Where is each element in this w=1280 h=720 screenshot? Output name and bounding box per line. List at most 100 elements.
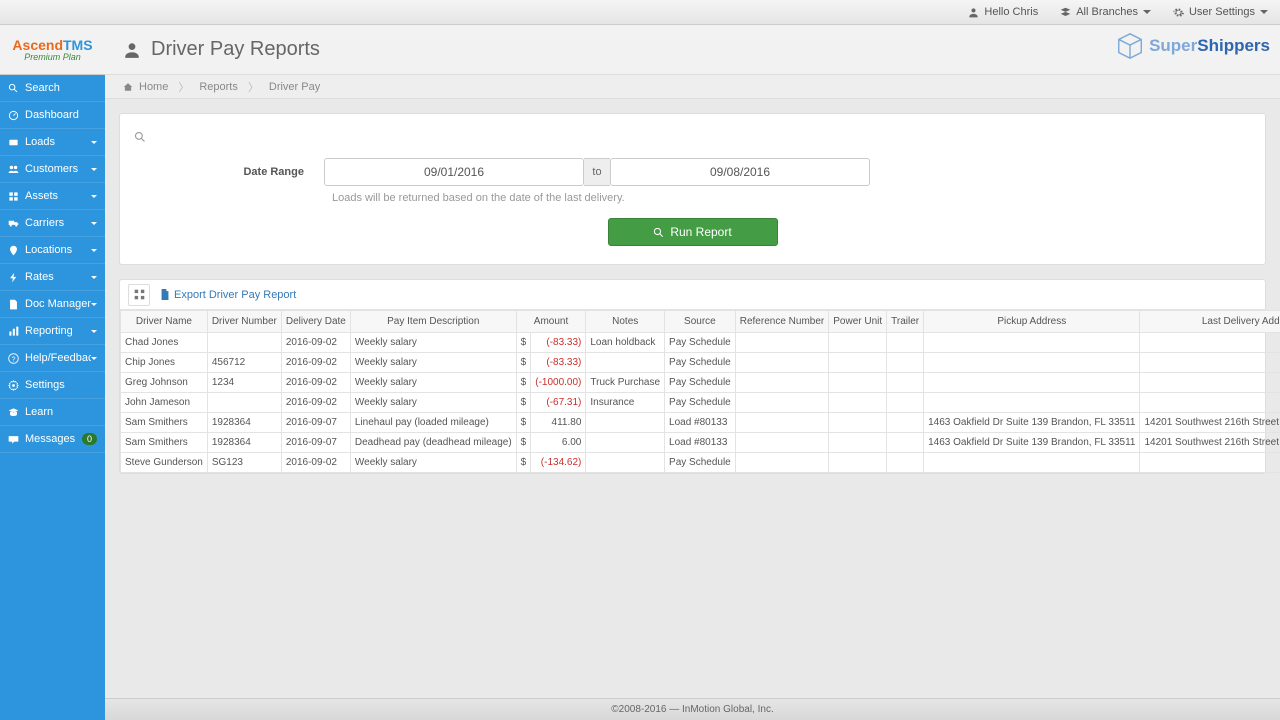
table-row[interactable]: Sam Smithers19283642016-09-07Linehaul pa…: [121, 413, 1280, 433]
sidebar-item-messages[interactable]: Messages0: [0, 426, 105, 453]
run-report-label: Run Report: [670, 225, 731, 239]
table-cell: [924, 453, 1140, 473]
table-cell: John Jameson: [121, 393, 208, 413]
page-header: Driver Pay Reports SuperShippers: [105, 25, 1280, 75]
col-header[interactable]: Pickup Address: [924, 311, 1140, 333]
table-cell: [586, 433, 665, 453]
search-icon: [653, 227, 664, 238]
col-header[interactable]: Driver Number: [207, 311, 281, 333]
table-cell: 2016-09-07: [281, 413, 350, 433]
pin-icon: [8, 245, 19, 256]
search-icon[interactable]: [134, 131, 146, 143]
table-row[interactable]: John Jameson2016-09-02Weekly salary$(-67…: [121, 393, 1280, 413]
cust-icon: [8, 164, 19, 175]
col-header[interactable]: Notes: [586, 311, 665, 333]
table-row[interactable]: Chad Jones2016-09-02Weekly salary$(-83.3…: [121, 333, 1280, 353]
sidebar-item-dashboard[interactable]: Dashboard: [0, 102, 105, 129]
sidebar-item-reporting[interactable]: Reporting: [0, 318, 105, 345]
table-cell: Chip Jones: [121, 353, 208, 373]
table-cell: [586, 453, 665, 473]
sidebar-item-locations[interactable]: Locations: [0, 237, 105, 264]
table-cell: 1928364: [207, 433, 281, 453]
run-report-button[interactable]: Run Report: [608, 218, 778, 246]
table-cell: $: [516, 413, 531, 433]
sidebar-item-carriers[interactable]: Carriers: [0, 210, 105, 237]
col-header[interactable]: Power Unit: [829, 311, 887, 333]
table-row[interactable]: Greg Johnson12342016-09-02Weekly salary$…: [121, 373, 1280, 393]
sidebar-item-assets[interactable]: Assets: [0, 183, 105, 210]
table-cell: [829, 433, 887, 453]
table-cell: Pay Schedule: [665, 333, 736, 353]
user-menu[interactable]: Hello Chris: [968, 6, 1038, 18]
chevron-down-icon: [91, 249, 97, 252]
table-cell: [887, 433, 924, 453]
columns-button[interactable]: [128, 284, 150, 306]
cube-icon: [1115, 31, 1145, 61]
logo-plan: Premium Plan: [24, 52, 81, 62]
assets-icon: [8, 191, 19, 202]
table-cell: $: [516, 393, 531, 413]
sidebar-item-learn[interactable]: Learn: [0, 399, 105, 426]
sidebar-item-help-feedback[interactable]: ?Help/Feedback: [0, 345, 105, 372]
table-cell: $: [516, 453, 531, 473]
sidebar-item-label: Assets: [25, 190, 91, 202]
footer: ©2008-2016 — InMotion Global, Inc.: [105, 698, 1280, 720]
sidebar-item-label: Reporting: [25, 325, 91, 337]
table-cell: [887, 333, 924, 353]
table-cell: Pay Schedule: [665, 373, 736, 393]
table-cell: [735, 393, 828, 413]
export-link[interactable]: Export Driver Pay Report: [160, 289, 296, 301]
col-header[interactable]: Source: [665, 311, 736, 333]
user-label: Hello Chris: [984, 6, 1038, 18]
table-cell: [887, 393, 924, 413]
branches-label: All Branches: [1076, 6, 1138, 18]
date-from-input[interactable]: [324, 158, 584, 186]
table-cell: 1463 Oakfield Dr Suite 139 Brandon, FL 3…: [924, 433, 1140, 453]
table-cell: Weekly salary: [350, 333, 516, 353]
settings-menu[interactable]: User Settings: [1173, 6, 1268, 18]
col-header[interactable]: Driver Name: [121, 311, 208, 333]
sidebar-item-doc-management[interactable]: Doc Management: [0, 291, 105, 318]
branches-menu[interactable]: All Branches: [1060, 6, 1151, 18]
col-header[interactable]: Last Delivery Address: [1140, 311, 1280, 333]
col-header[interactable]: Delivery Date: [281, 311, 350, 333]
truck-icon: [8, 218, 19, 229]
table-row[interactable]: Sam Smithers19283642016-09-07Deadhead pa…: [121, 433, 1280, 453]
sidebar-item-label: Help/Feedback: [25, 352, 91, 364]
col-header[interactable]: Pay Item Description: [350, 311, 516, 333]
table-cell: 2016-09-02: [281, 373, 350, 393]
table-cell: Truck Purchase: [586, 373, 665, 393]
col-header[interactable]: Reference Number: [735, 311, 828, 333]
table-cell: 6.00: [531, 433, 586, 453]
table-cell: 2016-09-02: [281, 333, 350, 353]
table-cell: $: [516, 333, 531, 353]
table-cell: (-83.33): [531, 333, 586, 353]
table-cell: [887, 453, 924, 473]
sidebar: AscendTMS Premium Plan SearchDashboardLo…: [0, 25, 105, 720]
table-cell: Weekly salary: [350, 353, 516, 373]
breadcrumb: Home 〉 Reports 〉 Driver Pay: [105, 75, 1280, 99]
date-to-separator: to: [584, 158, 610, 186]
crumb-reports[interactable]: Reports: [199, 81, 238, 93]
sidebar-item-settings[interactable]: Settings: [0, 372, 105, 399]
chevron-down-icon: [1260, 10, 1268, 14]
doc-icon: [8, 299, 19, 310]
table-cell: [207, 333, 281, 353]
user-icon: [968, 7, 979, 18]
branches-icon: [1060, 7, 1071, 18]
chevron-down-icon: [91, 330, 97, 333]
table-row[interactable]: Chip Jones4567122016-09-02Weekly salary$…: [121, 353, 1280, 373]
sidebar-item-loads[interactable]: Loads: [0, 129, 105, 156]
sidebar-item-search[interactable]: Search: [0, 75, 105, 102]
sidebar-item-rates[interactable]: Rates: [0, 264, 105, 291]
date-to-input[interactable]: [610, 158, 870, 186]
table-row[interactable]: Steve GundersonSG1232016-09-02Weekly sal…: [121, 453, 1280, 473]
table-cell: [735, 453, 828, 473]
crumb-current: Driver Pay: [269, 81, 320, 93]
col-header[interactable]: Amount: [516, 311, 586, 333]
sidebar-item-customers[interactable]: Customers: [0, 156, 105, 183]
crumb-home[interactable]: Home: [139, 81, 168, 93]
col-header[interactable]: Trailer: [887, 311, 924, 333]
table-cell: [924, 353, 1140, 373]
table-cell: [829, 373, 887, 393]
